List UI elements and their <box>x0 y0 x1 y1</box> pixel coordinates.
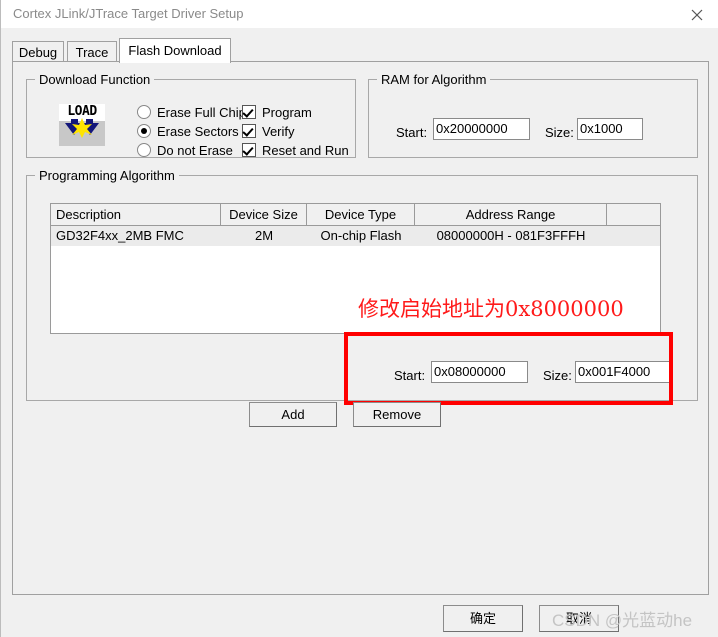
radio-do-not-erase[interactable]: Do not Erase <box>137 143 233 158</box>
column-header-spacer <box>607 204 660 225</box>
radio-do-not-erase-label: Do not Erase <box>157 143 233 158</box>
close-button[interactable] <box>675 0 718 28</box>
cancel-button[interactable]: 取消 <box>539 605 619 632</box>
checkbox-program-indicator <box>242 105 256 119</box>
title-bar: Cortex JLink/JTrace Target Driver Setup <box>1 0 718 28</box>
tab-strip: Debug Trace Flash Download <box>12 38 709 63</box>
radio-do-not-erase-indicator <box>137 143 151 157</box>
ram-for-algorithm-legend: RAM for Algorithm <box>377 72 491 87</box>
ram-size-label: Size: <box>545 125 574 140</box>
programming-algorithm-legend: Programming Algorithm <box>35 168 179 183</box>
checkbox-program[interactable]: Program <box>242 105 312 120</box>
column-header-address-range[interactable]: Address Range <box>415 204 607 225</box>
cell-device-size: 2M <box>254 228 274 243</box>
tab-flash-download[interactable]: Flash Download <box>119 38 231 63</box>
tab-debug[interactable]: Debug <box>12 41 64 62</box>
checkbox-verify[interactable]: Verify <box>242 124 295 139</box>
algorithm-size-label: Size: <box>543 368 572 383</box>
radio-erase-sectors[interactable]: Erase Sectors <box>137 124 239 139</box>
column-header-device-type[interactable]: Device Type <box>307 204 415 225</box>
radio-erase-full-chip-indicator <box>137 105 151 119</box>
tab-trace[interactable]: Trace <box>67 41 117 62</box>
checkbox-verify-label: Verify <box>262 124 295 139</box>
checkbox-reset-and-run[interactable]: Reset and Run <box>242 143 349 158</box>
programming-algorithm-group: Programming Algorithm Description Device… <box>26 168 698 401</box>
ram-start-input[interactable]: 0x20000000 <box>433 118 530 140</box>
ram-for-algorithm-group: RAM for Algorithm Start: 0x20000000 Size… <box>368 72 698 158</box>
ram-start-label: Start: <box>396 125 428 140</box>
download-function-legend: Download Function <box>35 72 155 87</box>
algorithm-table-header: Description Device Size Device Type Addr… <box>51 204 660 226</box>
dialog-window: Cortex JLink/JTrace Target Driver Setup … <box>0 0 718 637</box>
column-header-device-size[interactable]: Device Size <box>221 204 307 225</box>
algorithm-start-label: Start: <box>394 368 426 383</box>
ok-button[interactable]: 确定 <box>443 605 523 632</box>
radio-erase-sectors-indicator <box>137 124 151 138</box>
table-row[interactable]: GD32F4xx_2MB FMC 2M On-chip Flash 080000… <box>51 226 660 246</box>
algorithm-start-input[interactable]: 0x08000000 <box>431 361 528 383</box>
cell-address-range: 08000000H - 081F3FFFH <box>436 228 586 243</box>
cell-description: GD32F4xx_2MB FMC <box>56 228 184 243</box>
radio-erase-full-chip[interactable]: Erase Full Chip <box>137 105 246 120</box>
checkbox-program-label: Program <box>262 105 312 120</box>
checkbox-reset-and-run-indicator <box>242 143 256 157</box>
algorithm-size-input[interactable]: 0x001F4000 <box>575 361 672 383</box>
remove-button[interactable]: Remove <box>353 402 441 427</box>
tab-page-flash-download: Download Function LOAD Erase Full Chip E… <box>12 61 709 595</box>
download-function-group: Download Function LOAD Erase Full Chip E… <box>26 72 356 158</box>
add-button[interactable]: Add <box>249 402 337 427</box>
column-header-description[interactable]: Description <box>51 204 221 225</box>
load-icon: LOAD <box>59 104 105 146</box>
window-title: Cortex JLink/JTrace Target Driver Setup <box>13 6 244 21</box>
ram-size-input[interactable]: 0x1000 <box>577 118 643 140</box>
cell-device-type: On-chip Flash <box>320 228 402 243</box>
annotation-note: 修改启始地址为0x8000000 <box>358 297 624 321</box>
checkbox-reset-and-run-label: Reset and Run <box>262 143 349 158</box>
radio-erase-full-chip-label: Erase Full Chip <box>157 105 246 120</box>
radio-erase-sectors-label: Erase Sectors <box>157 124 239 139</box>
checkbox-verify-indicator <box>242 124 256 138</box>
